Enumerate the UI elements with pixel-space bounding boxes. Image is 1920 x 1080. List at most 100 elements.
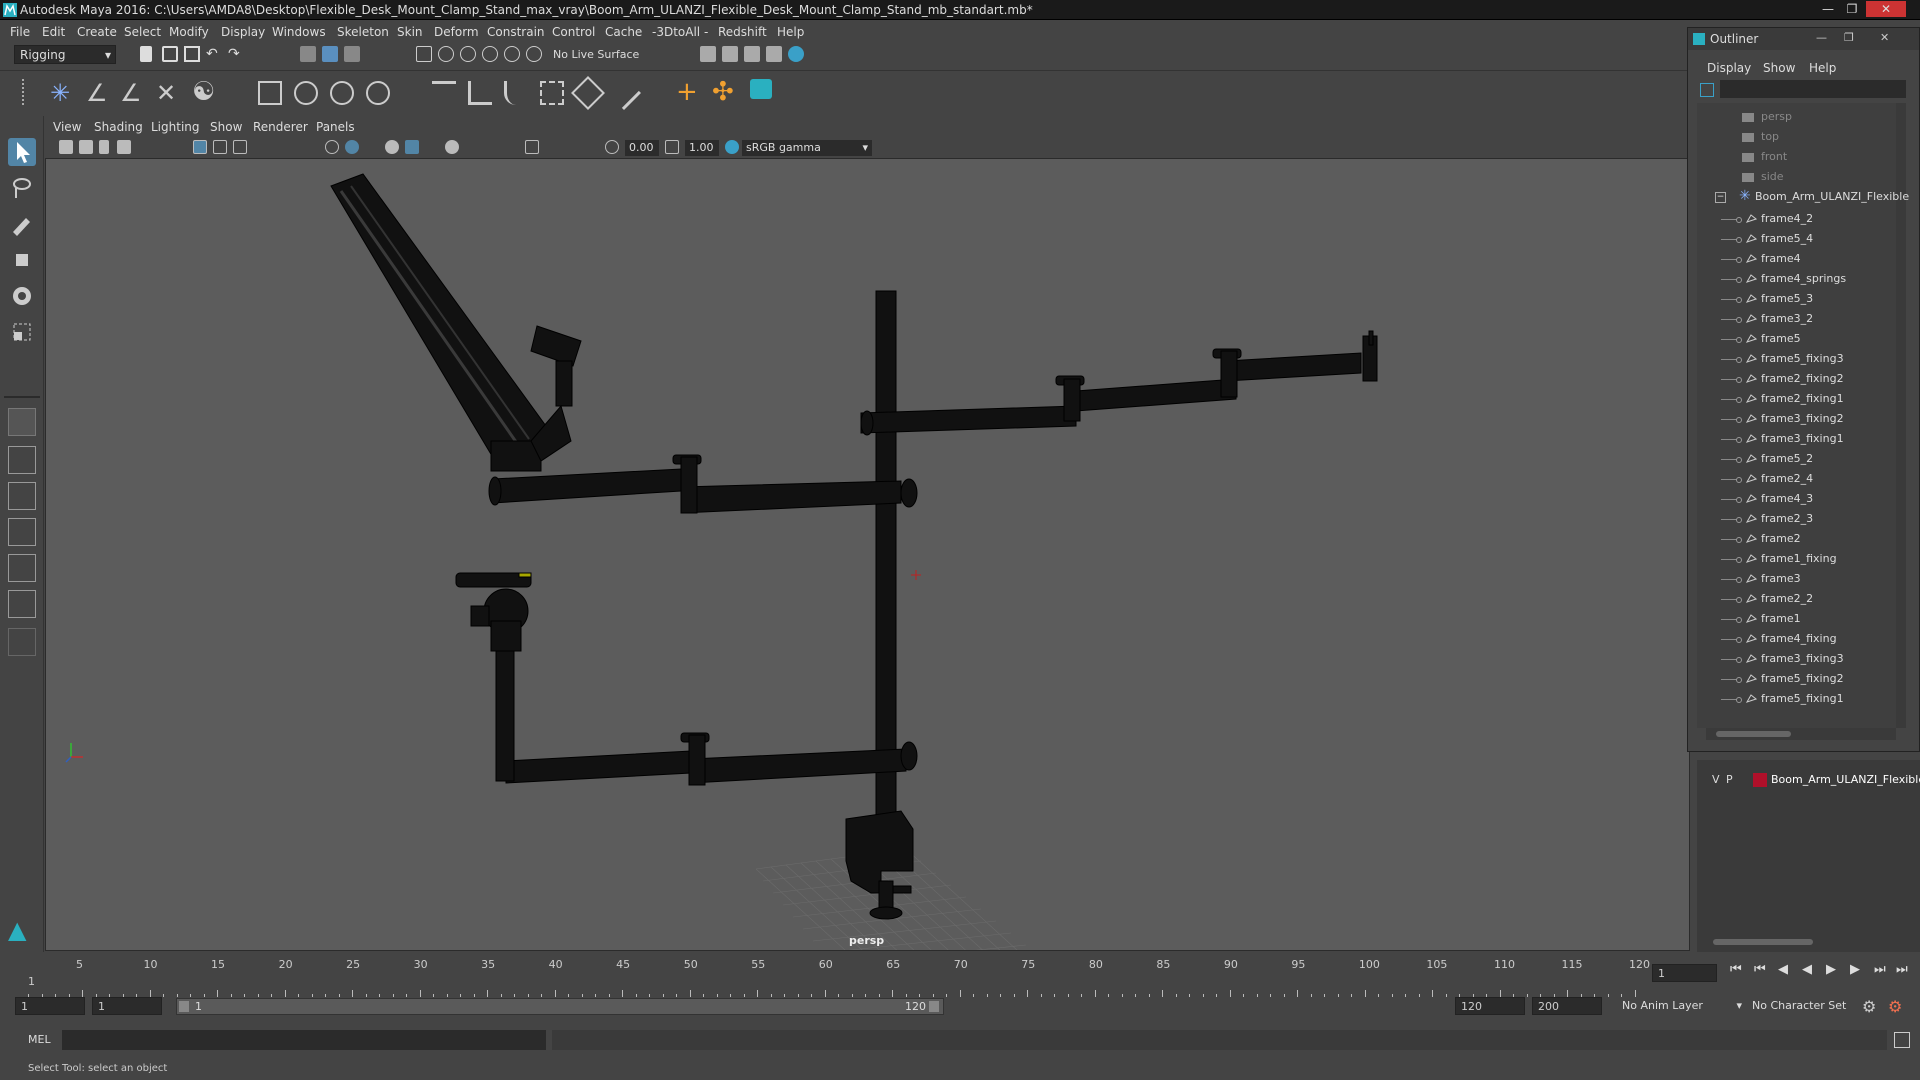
rotate-tool-icon[interactable] (8, 282, 36, 310)
menu-skeleton[interactable]: Skeleton (337, 25, 389, 39)
outliner-item-frame5-2[interactable]: frame5_2 (1697, 450, 1897, 468)
expand-dot-icon[interactable] (1736, 697, 1742, 703)
play-forwards-icon[interactable]: ▶ (1826, 962, 1836, 977)
lighting-icon[interactable] (405, 140, 419, 154)
colorspace-dropdown[interactable]: sRGB gamma ▾ (742, 140, 872, 156)
outliner-item-frame4-2[interactable]: frame4_2 (1697, 210, 1897, 228)
select-camera-icon[interactable] (59, 140, 73, 154)
pole-vector-icon[interactable] (607, 76, 641, 110)
outliner-item-frame2[interactable]: frame2 (1697, 530, 1897, 548)
expand-dot-icon[interactable] (1736, 677, 1742, 683)
go-to-start-icon[interactable]: ⏮ (1730, 962, 1742, 977)
mirror-joint-icon[interactable]: ☯ (192, 77, 215, 107)
live-surface-field[interactable]: No Live Surface (553, 48, 639, 61)
color-management-icon[interactable] (725, 140, 739, 154)
aim-constraint-icon[interactable] (571, 76, 605, 110)
outliner-item-frame5-fixing3[interactable]: frame5_fixing3 (1697, 350, 1897, 368)
range-slider[interactable]: 1 120 (176, 998, 944, 1015)
bind-skin-icon[interactable] (258, 81, 282, 105)
expand-dot-icon[interactable] (1736, 397, 1742, 403)
expand-dot-icon[interactable] (1736, 637, 1742, 643)
outliner-item-side[interactable]: side (1697, 168, 1897, 186)
go-to-end-icon[interactable]: ⏭ (1896, 962, 1908, 977)
menu-windows[interactable]: Windows (272, 25, 326, 39)
film-gate-icon[interactable] (213, 140, 227, 154)
outliner-search-field[interactable] (1720, 80, 1906, 98)
outliner-item-frame2-fixing1[interactable]: frame2_fixing1 (1697, 390, 1897, 408)
lasso-tool-icon[interactable] (8, 174, 36, 202)
scroll-thumb[interactable] (1713, 939, 1813, 945)
cmd-language-label[interactable]: MEL (28, 1033, 51, 1046)
expand-dot-icon[interactable] (1736, 437, 1742, 443)
locator-icon[interactable]: + (676, 77, 698, 107)
exposure-field[interactable]: 0.00 (625, 140, 659, 156)
wireframe-icon[interactable] (325, 140, 339, 154)
shadows-icon[interactable] (445, 140, 459, 154)
vp-menu-lighting[interactable]: Lighting (151, 120, 200, 134)
anim-layer-dropdown[interactable]: No Anim Layer ▾ (1622, 999, 1742, 1015)
new-scene-icon[interactable] (140, 46, 152, 62)
scroll-thumb[interactable] (1716, 731, 1791, 737)
expand-dot-icon[interactable] (1736, 217, 1742, 223)
collapse-icon[interactable]: − (1715, 192, 1726, 203)
open-scene-icon[interactable] (162, 46, 178, 62)
resolution-gate-icon[interactable] (233, 140, 247, 154)
persp-graph-layout-icon[interactable] (8, 518, 36, 546)
maya-logo-icon[interactable] (750, 79, 772, 99)
render-frame-icon[interactable] (722, 46, 738, 62)
minimize-icon[interactable]: — (1816, 1, 1840, 17)
menu-control[interactable]: Control (552, 25, 595, 39)
lattice-icon[interactable] (330, 81, 354, 105)
outliner-item-frame2-2[interactable]: frame2_2 (1697, 590, 1897, 608)
outliner-item-frame3-fixing1[interactable]: frame3_fixing1 (1697, 430, 1897, 448)
outliner-close-icon[interactable]: ✕ (1880, 31, 1889, 44)
outliner-item-frame2-3[interactable]: frame2_3 (1697, 510, 1897, 528)
menu-skin[interactable]: Skin (397, 25, 423, 39)
single-view-layout-icon[interactable] (8, 408, 36, 436)
outliner-item-frame2-4[interactable]: frame2_4 (1697, 470, 1897, 488)
camera-attributes-icon[interactable] (79, 140, 93, 154)
close-icon[interactable]: ✕ (1866, 1, 1906, 17)
playback-start-field[interactable]: 1 (92, 997, 162, 1015)
render-settings-icon[interactable] (766, 46, 782, 62)
menu-constrain[interactable]: Constrain (487, 25, 545, 39)
layer-playback-toggle[interactable]: P (1726, 773, 1733, 786)
vp-menu-shading[interactable]: Shading (94, 120, 143, 134)
step-forward-frame-icon[interactable]: ▶ (1850, 962, 1860, 977)
select-hierarchy-icon[interactable] (300, 46, 316, 62)
snap-grid-icon[interactable] (416, 46, 432, 62)
outliner-item-frame4-springs[interactable]: frame4_springs (1697, 270, 1897, 288)
small-layout-icon[interactable] (8, 628, 36, 656)
select-component-icon[interactable] (344, 46, 360, 62)
end-time-field[interactable]: 200 (1532, 997, 1602, 1015)
vp-menu-renderer[interactable]: Renderer (253, 120, 308, 134)
expand-dot-icon[interactable] (1736, 617, 1742, 623)
snap-vertex-icon[interactable] (526, 46, 542, 62)
gamma-field[interactable]: 1.00 (685, 140, 719, 156)
restore-icon[interactable]: ❐ (1840, 1, 1864, 17)
outliner-item-frame3-fixing3[interactable]: frame3_fixing3 (1697, 650, 1897, 668)
outliner-item-frame2-fixing2[interactable]: frame2_fixing2 (1697, 370, 1897, 388)
parent-constraint-icon[interactable] (432, 81, 456, 105)
outliner-item-frame4-3[interactable]: frame4_3 (1697, 490, 1897, 508)
smooth-shade-icon[interactable] (345, 140, 359, 154)
maya-home-icon[interactable]: ▲ (8, 916, 36, 944)
scale-tool-icon[interactable] (8, 318, 36, 346)
vp-menu-show[interactable]: Show (210, 120, 242, 134)
outliner-item-frame3[interactable]: frame3 (1697, 570, 1897, 588)
move-tool-icon[interactable] (8, 246, 36, 274)
ipr-render-icon[interactable] (744, 46, 760, 62)
point-constraint-icon[interactable] (468, 81, 492, 105)
expand-dot-icon[interactable] (1736, 557, 1742, 563)
outliner-item-frame5-3[interactable]: frame5_3 (1697, 290, 1897, 308)
outliner-filter-icon[interactable] (1700, 83, 1714, 97)
expand-dot-icon[interactable] (1736, 277, 1742, 283)
snap-view-icon[interactable] (482, 46, 498, 62)
scale-constraint-icon[interactable] (540, 81, 564, 105)
outliner-minimize-icon[interactable]: — (1816, 31, 1827, 44)
menu-3dtoall[interactable]: -3DtoAll - (652, 25, 708, 39)
orient-constraint-icon[interactable] (504, 81, 528, 105)
expand-dot-icon[interactable] (1736, 517, 1742, 523)
character-set-dropdown[interactable]: No Character Set (1752, 999, 1862, 1015)
outliner-item-frame4-fixing[interactable]: frame4_fixing (1697, 630, 1897, 648)
